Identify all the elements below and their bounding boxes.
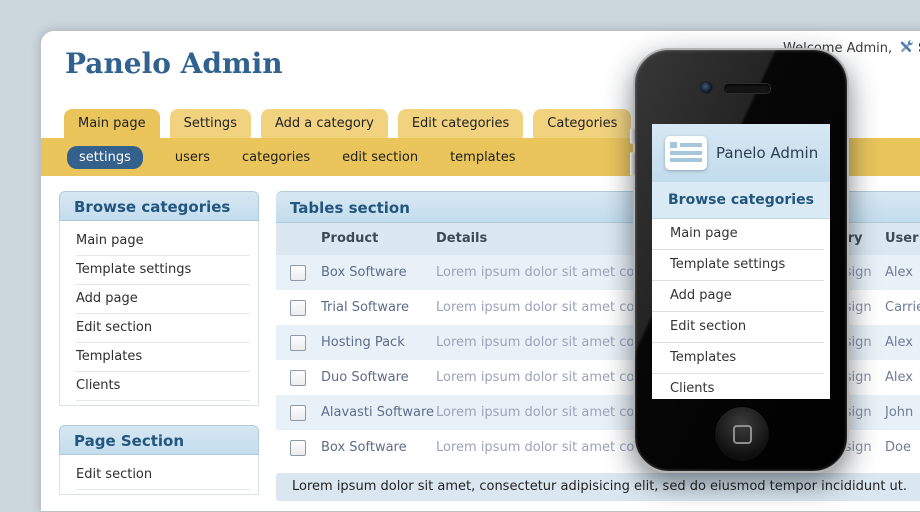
cell-product: Box Software [321,430,407,465]
phone-item-templates[interactable]: Templates [652,343,824,374]
sidebar-item-add-page[interactable]: Add page [76,285,250,314]
phone-section-heading: Browse categories [652,182,830,219]
cell-user: Alex [885,255,913,290]
cell-product: Hosting Pack [321,325,405,360]
subnav-users[interactable]: users [175,150,210,165]
phone-app-title: Panelo Admin [716,124,818,182]
footer-note: Lorem ipsum dolor sit amet, consectetur … [276,473,920,501]
subnav-settings[interactable]: settings [67,146,143,169]
page-section-panel: Page Section Edit section [59,425,259,495]
cell-product: Alavasti Software [321,395,434,430]
cell-user: Alex [885,325,913,360]
row-checkbox[interactable] [290,265,306,281]
iphone-mockup: Panelo Admin Browse categories Main page… [633,48,849,473]
phone-item-add-page[interactable]: Add page [652,281,824,312]
volume-up-button [630,128,635,144]
phone-item-template-settings[interactable]: Template settings [652,250,824,281]
ear-speaker [723,83,771,94]
row-checkbox[interactable] [290,335,306,351]
volume-down-button [630,152,635,176]
phone-category-list: Main page Template settings Add page Edi… [652,219,830,399]
phone-app-header: Panelo Admin [652,124,830,182]
subnav-templates[interactable]: templates [450,150,515,165]
tab-categories[interactable]: Categories [533,109,631,138]
phone-item-main-page[interactable]: Main page [652,219,824,250]
column-product: Product [321,223,378,255]
subnav-edit-section[interactable]: edit section [342,150,418,165]
row-checkbox[interactable] [290,405,306,421]
app-icon [665,136,707,170]
page-section-title: Page Section [59,425,259,455]
browse-categories-title: Browse categories [59,191,259,221]
phone-item-edit-section[interactable]: Edit section [652,312,824,343]
cell-user: Alex [885,360,913,395]
cell-user: Doe [885,430,911,465]
cell-user: Carrie [885,290,920,325]
cell-product: Trial Software [321,290,409,325]
subnav-categories[interactable]: categories [242,150,310,165]
home-square-icon [733,425,752,444]
column-user: User [885,223,919,255]
browse-categories-list: Main page Template settings Add page Edi… [59,221,259,406]
cell-product: Box Software [321,255,407,290]
cell-user: John [885,395,913,430]
row-checkbox[interactable] [290,300,306,316]
phone-screen: Panelo Admin Browse categories Main page… [652,124,830,399]
tab-add-a-category[interactable]: Add a category [261,109,388,138]
tools-icon [898,39,914,59]
sidebar-item-templates[interactable]: Templates [76,343,250,372]
page-section-list: Edit section [59,455,259,495]
sidebar-item-main-page[interactable]: Main page [76,227,250,256]
sidebar-item-template-settings[interactable]: Template settings [76,256,250,285]
sidebar-item-clients[interactable]: Clients [76,372,250,401]
page-title: Panelo Admin [65,47,283,80]
phone-item-clients[interactable]: Clients [652,374,824,399]
tab-settings[interactable]: Settings [170,109,251,138]
browse-categories-panel: Browse categories Main page Template set… [59,191,259,406]
sidebar-item-edit-section[interactable]: Edit section [76,314,250,343]
front-camera-icon [700,81,713,94]
tab-edit-categories[interactable]: Edit categories [398,109,523,138]
cell-product: Duo Software [321,360,409,395]
sidebar-item-edit-section-2[interactable]: Edit section [76,461,250,490]
row-checkbox[interactable] [290,440,306,456]
column-details: Details [436,223,487,255]
tab-main-page[interactable]: Main page [64,109,160,138]
row-checkbox[interactable] [290,370,306,386]
home-button[interactable] [714,406,770,462]
